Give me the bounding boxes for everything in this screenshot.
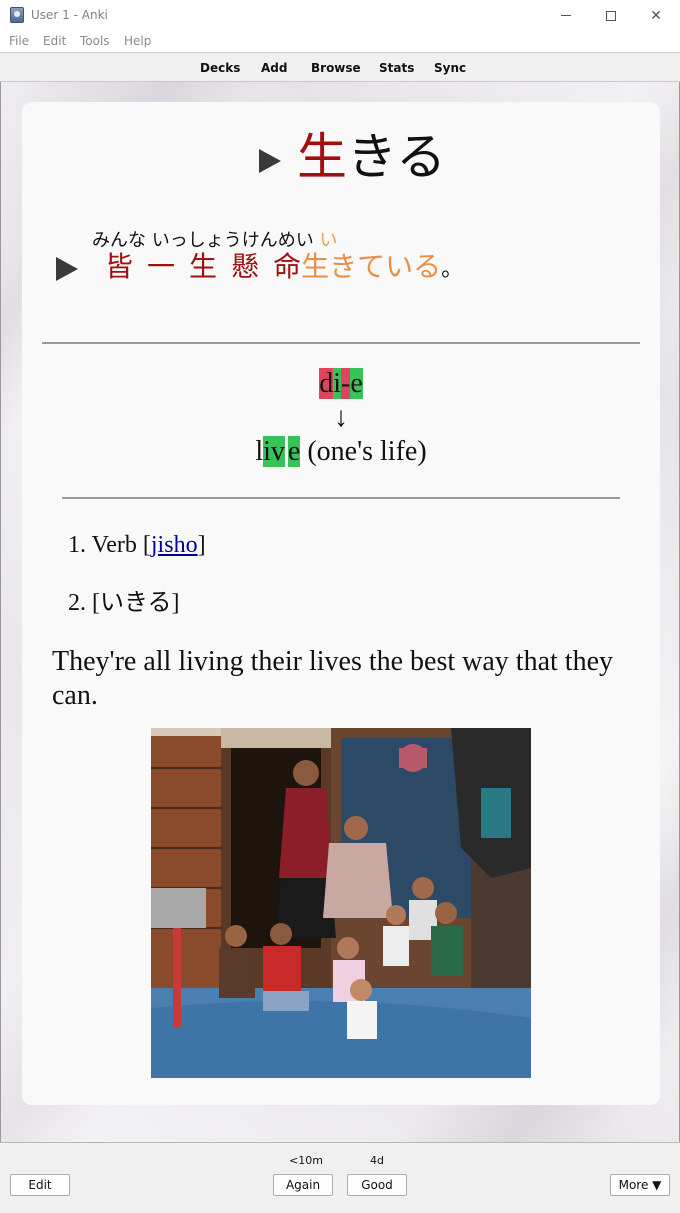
- close-icon: ✕: [650, 7, 662, 24]
- toolbar-browse[interactable]: Browse: [311, 61, 361, 75]
- word-kanji: 生: [297, 128, 347, 186]
- hl-green-1: i: [333, 368, 341, 399]
- main-toolbar: Decks Add Browse Stats Sync: [0, 52, 680, 82]
- def-text: [いきる]: [92, 590, 180, 616]
- mnemonic-rest: (one's life): [300, 436, 427, 467]
- vocab-word: 生きる: [297, 127, 446, 187]
- menu-help[interactable]: Help: [124, 34, 151, 48]
- sentence-kanji-4: 懸: [231, 250, 260, 283]
- good-interval: 4d: [370, 1154, 384, 1167]
- more-button[interactable]: More ▼: [610, 1174, 670, 1196]
- maximize-button[interactable]: [588, 0, 634, 31]
- definition-item: 2. [いきる]: [68, 582, 206, 632]
- review-area: 生きる みんな いっしょうけんめい い 皆一生懸命生きている。 di-e ↓ l…: [0, 82, 680, 1142]
- toolbar-add[interactable]: Add: [261, 61, 287, 75]
- edit-button[interactable]: Edit: [10, 1174, 70, 1196]
- hl-green-4: e: [287, 436, 301, 467]
- toolbar-decks[interactable]: Decks: [200, 61, 240, 75]
- window-title: User 1 - Anki: [31, 8, 108, 22]
- flashcard: 生きる みんな いっしょうけんめい い 皆一生懸命生きている。 di-e ↓ l…: [22, 102, 660, 1105]
- hl-red-2: -: [341, 368, 351, 399]
- word-kana: きる: [347, 128, 446, 186]
- close-button[interactable]: ✕: [633, 0, 679, 31]
- def-end: ]: [197, 532, 206, 558]
- sentence-kanji-1: 皆: [105, 250, 134, 283]
- def-number: 2.: [68, 590, 86, 616]
- card-photo: [151, 728, 531, 1078]
- hl-red-1: d: [319, 368, 334, 399]
- title-bar: User 1 - Anki ✕: [0, 0, 680, 31]
- sentence-period: 。: [441, 257, 464, 282]
- menu-file[interactable]: File: [9, 34, 29, 48]
- definitions-list: 1. Verb [jisho] 2. [いきる]: [68, 532, 206, 632]
- sentence-kanji-2: 一: [147, 250, 176, 283]
- good-button[interactable]: Good: [347, 1174, 407, 1196]
- mnemonic-plain-1: l: [255, 436, 264, 467]
- sentence-kanji-3: 生: [189, 250, 218, 283]
- play-sentence-audio-icon[interactable]: [56, 257, 78, 281]
- menu-edit[interactable]: Edit: [43, 34, 66, 48]
- divider-top: [42, 342, 640, 344]
- def-number: 1.: [68, 532, 86, 558]
- mnemonic-target: liv e (one's life): [22, 436, 660, 468]
- english-translation: They're all living their lives the best …: [52, 646, 613, 711]
- again-button[interactable]: Again: [273, 1174, 333, 1196]
- sentence-kanji-5: 命: [273, 250, 302, 283]
- mnemonic-source: di-e: [22, 368, 660, 400]
- answer-bar: Edit <10m Again 4d Good More ▼: [0, 1142, 680, 1213]
- toolbar-sync[interactable]: Sync: [434, 61, 466, 75]
- menu-tools[interactable]: Tools: [80, 34, 110, 48]
- hl-green-3: iv: [263, 436, 285, 467]
- maximize-icon: [606, 10, 616, 21]
- toolbar-stats[interactable]: Stats: [379, 61, 414, 75]
- sentence-target-word: 生きている: [301, 250, 442, 283]
- minimize-button[interactable]: [543, 0, 589, 31]
- play-word-audio-icon[interactable]: [259, 149, 281, 173]
- def-text: Verb [: [91, 532, 151, 558]
- divider-bottom: [62, 497, 620, 499]
- example-sentence: 皆一生懸命生きている。: [105, 247, 463, 290]
- again-interval: <10m: [289, 1154, 323, 1167]
- family-photo-image: [151, 728, 531, 1078]
- hl-green-2: e: [350, 368, 363, 399]
- mnemonic-arrow: ↓: [334, 402, 348, 433]
- menu-bar: File Edit Tools Help: [0, 31, 680, 52]
- anki-app-icon: [10, 7, 24, 23]
- jisho-link[interactable]: jisho: [151, 532, 198, 558]
- definition-item: 1. Verb [jisho]: [68, 532, 206, 582]
- minimize-icon: [561, 15, 571, 16]
